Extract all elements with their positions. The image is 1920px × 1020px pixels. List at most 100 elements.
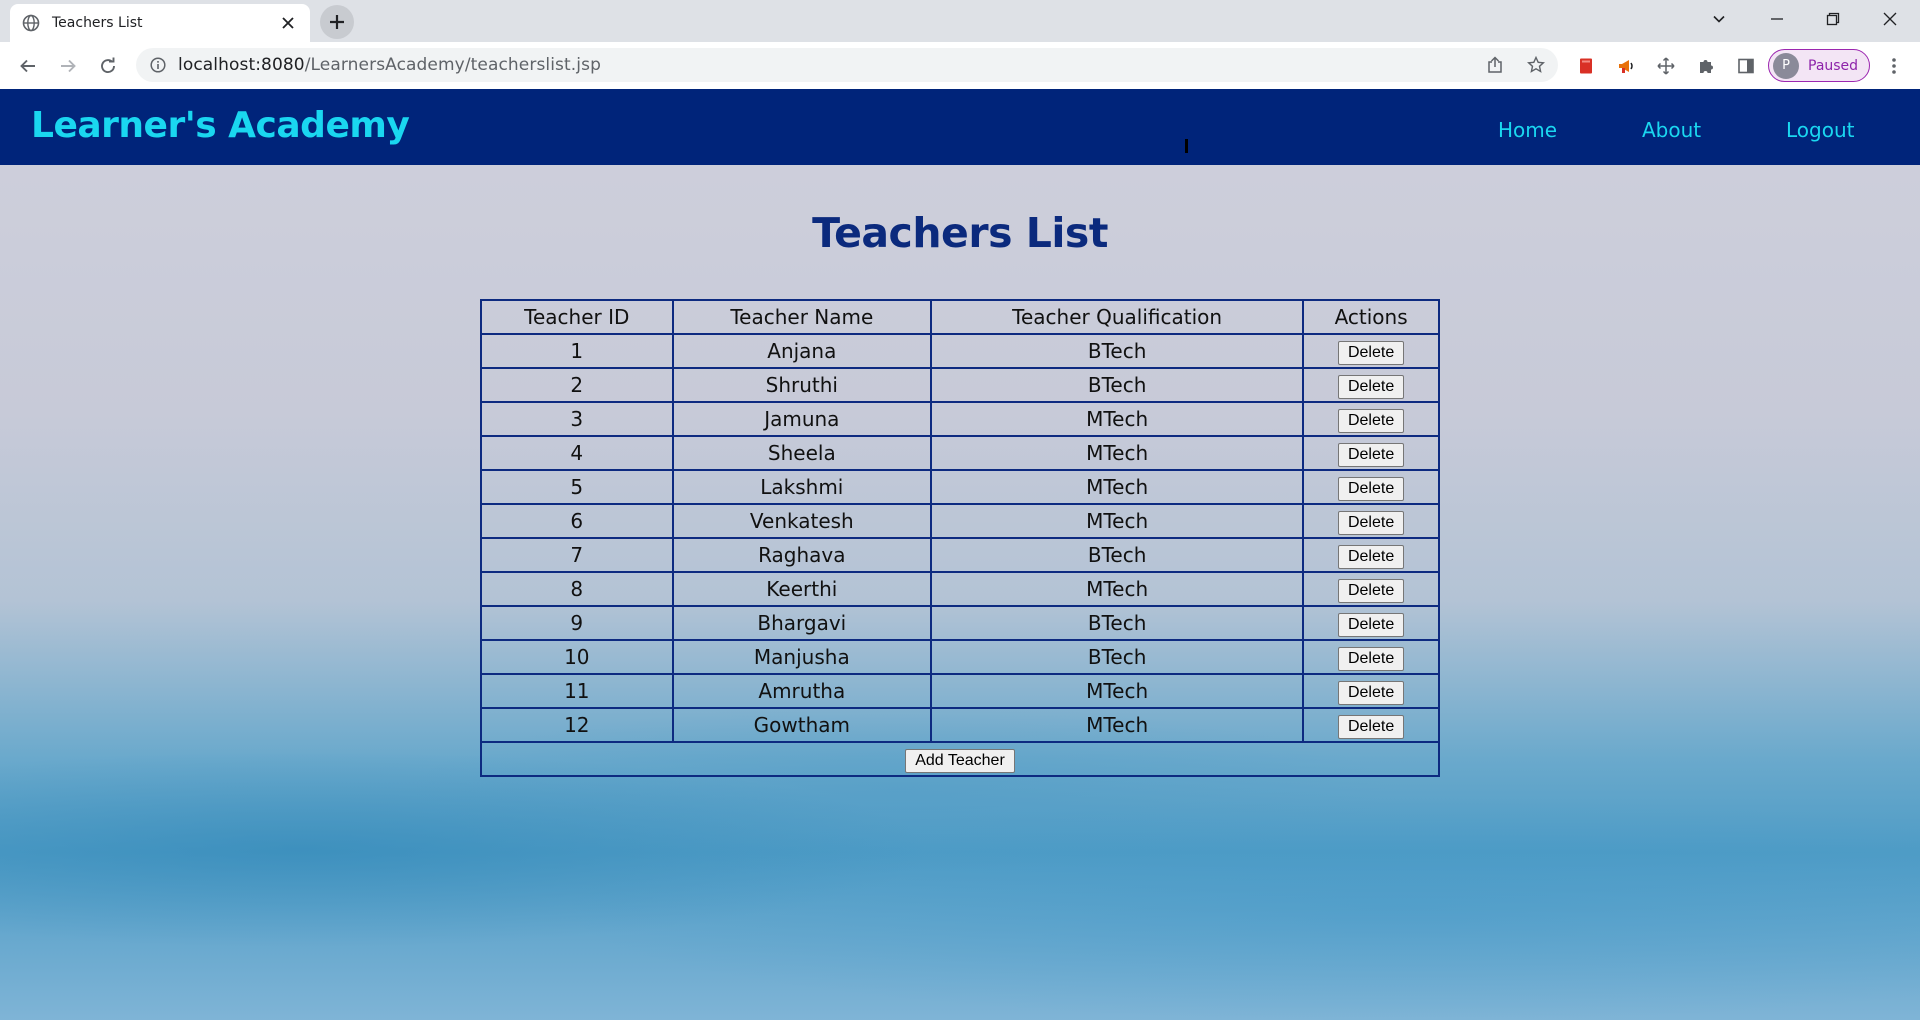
tab-search-button[interactable] — [1691, 0, 1747, 38]
extensions-button[interactable] — [1690, 50, 1722, 82]
forward-button[interactable] — [52, 50, 84, 82]
delete-teacher-button[interactable]: Delete — [1337, 646, 1405, 671]
teacher-name-cell: Gowtham — [671, 707, 933, 743]
site-brand[interactable]: Learner's Academy — [31, 105, 410, 146]
url-path: /LearnersAcademy/teacherslist.jsp — [304, 55, 601, 75]
arrow-right-icon — [61, 59, 76, 73]
chevron-down-icon — [1713, 15, 1725, 23]
bookmark-button[interactable] — [1521, 50, 1551, 80]
actions-cell: Delete — [1302, 673, 1440, 709]
tab-strip: Teachers List — [0, 0, 1920, 42]
teacher-id-cell: 12 — [480, 707, 674, 743]
table-row: 10 Manjusha BTech Delete — [480, 639, 1440, 675]
add-teacher-button[interactable]: Add Teacher — [905, 748, 1015, 773]
delete-teacher-button[interactable]: Delete — [1337, 578, 1405, 603]
table-footer-row: Add Teacher — [480, 741, 1440, 777]
teacher-id-cell: 2 — [480, 367, 674, 403]
teacher-id-cell: 10 — [480, 639, 674, 675]
text-cursor-icon — [1185, 139, 1188, 153]
teacher-id-cell: 9 — [480, 605, 674, 641]
teacher-id-cell: 3 — [480, 401, 674, 437]
close-window-button[interactable] — [1862, 0, 1918, 38]
new-tab-button[interactable] — [320, 5, 354, 39]
delete-teacher-button[interactable]: Delete — [1337, 714, 1405, 739]
delete-teacher-button[interactable]: Delete — [1337, 612, 1405, 637]
teacher-qualification-cell: MTech — [930, 707, 1305, 743]
info-icon[interactable] — [150, 57, 166, 73]
table-row: 6 Venkatesh MTech Delete — [480, 503, 1440, 539]
menu-button[interactable] — [1878, 50, 1910, 82]
close-tab-icon[interactable] — [278, 13, 298, 33]
table-row: 8 Keerthi MTech Delete — [480, 571, 1440, 607]
star-icon — [1527, 56, 1545, 73]
browser-tab[interactable]: Teachers List — [10, 4, 310, 42]
table-row: 2 Shruthi BTech Delete — [480, 367, 1440, 403]
profile-status: Paused — [1808, 57, 1859, 74]
restore-icon — [1826, 12, 1840, 26]
extension-red-button[interactable] — [1570, 50, 1602, 82]
delete-teacher-button[interactable]: Delete — [1337, 374, 1405, 399]
teacher-id-cell: 1 — [480, 333, 674, 369]
delete-teacher-button[interactable]: Delete — [1337, 408, 1405, 433]
profile-button[interactable]: P Paused — [1768, 49, 1870, 82]
teacher-id-cell: 4 — [480, 435, 674, 471]
delete-teacher-button[interactable]: Delete — [1337, 510, 1405, 535]
teacher-qualification-cell: BTech — [930, 639, 1305, 675]
teacher-name-cell: Amrutha — [671, 673, 933, 709]
side-panel-icon — [1738, 58, 1754, 74]
close-icon — [1883, 12, 1897, 26]
restore-button[interactable] — [1805, 0, 1861, 38]
teacher-qualification-cell: MTech — [930, 435, 1305, 471]
teacher-qualification-cell: BTech — [930, 537, 1305, 573]
actions-cell: Delete — [1302, 639, 1440, 675]
table-row: 12 Gowtham MTech Delete — [480, 707, 1440, 743]
teacher-id-cell: 11 — [480, 673, 674, 709]
teacher-name-cell: Shruthi — [671, 367, 933, 403]
teacher-qualification-cell: MTech — [930, 469, 1305, 505]
plus-icon — [330, 15, 344, 29]
share-button[interactable] — [1480, 50, 1510, 80]
url-text[interactable]: localhost:8080/LearnersAcademy/teachersl… — [178, 55, 601, 75]
actions-cell: Delete — [1302, 571, 1440, 607]
column-header-teacher-qualification: Teacher Qualification — [930, 299, 1305, 335]
actions-cell: Delete — [1302, 367, 1440, 403]
table-row: 9 Bhargavi BTech Delete — [480, 605, 1440, 641]
minimize-icon — [1771, 18, 1783, 20]
teacher-qualification-cell: MTech — [930, 503, 1305, 539]
delete-teacher-button[interactable]: Delete — [1337, 680, 1405, 705]
page-viewport: Learner's Academy Home About Logout Teac… — [0, 89, 1920, 1020]
minimize-button[interactable] — [1749, 0, 1805, 38]
delete-teacher-button[interactable]: Delete — [1337, 442, 1405, 467]
teacher-name-cell: Manjusha — [671, 639, 933, 675]
extension-megaphone-button[interactable] — [1610, 50, 1642, 82]
actions-cell: Delete — [1302, 707, 1440, 743]
megaphone-icon — [1619, 60, 1633, 73]
avatar: P — [1773, 52, 1799, 79]
teacher-name-cell: Anjana — [671, 333, 933, 369]
teacher-name-cell: Bhargavi — [671, 605, 933, 641]
nav-home-link[interactable]: Home — [1498, 118, 1557, 142]
kebab-menu-icon — [1892, 58, 1896, 74]
back-button[interactable] — [12, 50, 44, 82]
teacher-name-cell: Keerthi — [671, 571, 933, 607]
reload-button[interactable] — [92, 50, 124, 82]
teacher-qualification-cell: BTech — [930, 605, 1305, 641]
delete-teacher-button[interactable]: Delete — [1337, 476, 1405, 501]
actions-cell: Delete — [1302, 503, 1440, 539]
nav-logout-link[interactable]: Logout — [1786, 118, 1854, 142]
delete-teacher-button[interactable]: Delete — [1337, 340, 1405, 365]
extension-move-button[interactable] — [1650, 50, 1682, 82]
table-row: 4 Sheela MTech Delete — [480, 435, 1440, 471]
delete-teacher-button[interactable]: Delete — [1337, 544, 1405, 569]
address-bar[interactable]: localhost:8080/LearnersAcademy/teachersl… — [136, 48, 1558, 82]
actions-cell: Delete — [1302, 537, 1440, 573]
nav-about-link[interactable]: About — [1642, 118, 1701, 142]
table-header-row: Teacher ID Teacher Name Teacher Qualific… — [480, 299, 1440, 335]
side-panel-button[interactable] — [1730, 50, 1762, 82]
column-header-teacher-id: Teacher ID — [480, 299, 674, 335]
browser-toolbar: localhost:8080/LearnersAcademy/teachersl… — [0, 42, 1920, 89]
arrow-left-icon — [20, 59, 35, 73]
teacher-qualification-cell: MTech — [930, 401, 1305, 437]
teacher-name-cell: Raghava — [671, 537, 933, 573]
tab-title: Teachers List — [52, 15, 143, 31]
